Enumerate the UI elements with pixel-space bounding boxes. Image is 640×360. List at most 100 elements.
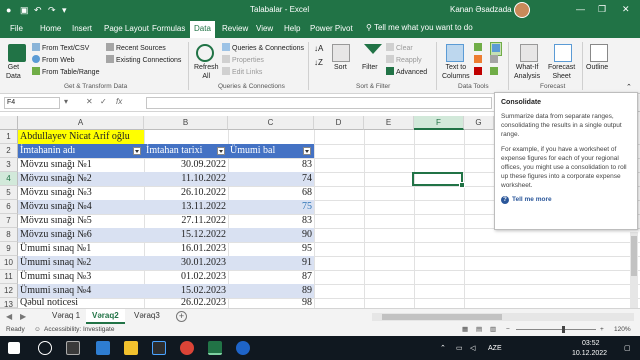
exam-date-cell[interactable]: 26.02.2023	[144, 298, 228, 308]
column-header-g[interactable]: G	[464, 116, 494, 130]
table-header-cell[interactable]: İmtahan tarixi	[144, 144, 228, 158]
prev-sheet-icon[interactable]: ◀	[6, 312, 12, 321]
exam-date-cell[interactable]: 27.11.2022	[144, 214, 228, 228]
flash-fill-icon[interactable]	[474, 43, 484, 53]
get-data-button[interactable]: Get Data	[6, 63, 21, 81]
tab-home[interactable]: Home	[40, 23, 61, 35]
row-header[interactable]: 13	[0, 298, 18, 309]
filter-dropdown-icon[interactable]	[133, 147, 141, 155]
row-header[interactable]: 3	[0, 158, 18, 172]
filter-dropdown-icon[interactable]	[217, 147, 225, 155]
exam-date-cell[interactable]: 30.09.2022	[144, 158, 228, 172]
score-cell[interactable]: 74	[228, 172, 314, 186]
recent-sources-button[interactable]: Recent Sources	[106, 43, 166, 53]
edit-links-button[interactable]: Edit Links	[222, 67, 262, 77]
score-cell[interactable]: 89	[228, 284, 314, 298]
zoom-in-icon[interactable]: +	[600, 324, 604, 336]
normal-view-icon[interactable]: ▦	[462, 324, 468, 336]
network-icon[interactable]: ▭	[456, 344, 463, 353]
row-header[interactable]: 2	[0, 144, 18, 158]
row-header[interactable]: 10	[0, 256, 18, 270]
zoom-out-icon[interactable]: −	[506, 324, 510, 336]
exam-name-cell[interactable]: Mövzu sınağı №2	[18, 172, 144, 186]
queries-connections-button[interactable]: Queries & Connections	[222, 43, 304, 53]
insert-function-icon[interactable]: fx	[116, 97, 122, 106]
tab-formulas[interactable]: Formulas	[152, 23, 185, 35]
zoom-level[interactable]: 120%	[614, 324, 631, 336]
score-cell[interactable]: 83	[228, 158, 314, 172]
sheet-tab-3[interactable]: Vəraq3	[128, 309, 166, 324]
row-header[interactable]: 5	[0, 186, 18, 200]
row-header[interactable]: 4	[0, 172, 18, 186]
column-header-a[interactable]: A	[18, 116, 144, 130]
column-header-b[interactable]: B	[144, 116, 228, 130]
score-cell[interactable]: 90	[228, 228, 314, 242]
from-text-button[interactable]: From Text/CSV	[32, 43, 89, 53]
keyboard-language[interactable]: AZE	[488, 344, 502, 353]
formula-input[interactable]	[146, 97, 492, 109]
what-if-analysis-button[interactable]: What-If Analysis	[514, 63, 540, 81]
exam-date-cell[interactable]: 01.02.2023	[144, 270, 228, 284]
next-sheet-icon[interactable]: ▶	[20, 312, 26, 321]
data-model-icon[interactable]	[490, 67, 500, 77]
restore-button[interactable]: ❐	[598, 3, 606, 15]
excel-taskbar-icon[interactable]	[208, 341, 222, 355]
page-break-view-icon[interactable]: ▥	[490, 324, 496, 336]
remove-duplicates-icon[interactable]	[474, 55, 484, 65]
properties-button[interactable]: Properties	[222, 55, 264, 65]
text-to-columns-button[interactable]: Text to Columns	[442, 63, 470, 81]
page-layout-view-icon[interactable]: ▤	[476, 324, 482, 336]
exam-name-cell[interactable]: Ümumi sınaq №2	[18, 256, 144, 270]
tray-chevron-icon[interactable]: ⌃	[440, 344, 446, 353]
sheet-title-cell[interactable]: Abdullayev Nicat Arif oğlu	[18, 130, 144, 144]
save-icon[interactable]: ▣	[20, 4, 29, 16]
row-header[interactable]: 8	[0, 228, 18, 242]
sheet-tab-1[interactable]: Vəraq 1	[46, 309, 86, 324]
exam-date-cell[interactable]: 30.01.2023	[144, 256, 228, 270]
tab-file[interactable]: File	[10, 23, 23, 35]
undo-icon[interactable]: ↶	[34, 4, 42, 16]
name-box[interactable]: F4	[4, 97, 60, 109]
outline-button[interactable]: Outline	[586, 63, 608, 72]
active-cell-selection[interactable]	[412, 172, 465, 188]
exam-name-cell[interactable]: Mövzu sınağı №5	[18, 214, 144, 228]
row-header[interactable]: 11	[0, 270, 18, 284]
windows-start-icon[interactable]	[8, 342, 20, 354]
zoom-slider[interactable]	[516, 326, 596, 333]
score-cell[interactable]: 95	[228, 242, 314, 256]
autosave-icon[interactable]: ●	[6, 4, 11, 16]
exam-date-cell[interactable]: 11.10.2022	[144, 172, 228, 186]
exam-name-cell[interactable]: Mövzu sınağı №6	[18, 228, 144, 242]
sort-za-icon[interactable]: ↓Z	[314, 58, 323, 67]
close-button[interactable]: ✕	[622, 3, 630, 15]
zoom-app-icon[interactable]	[236, 341, 250, 355]
tab-review[interactable]: Review	[222, 23, 248, 35]
existing-connections-button[interactable]: Existing Connections	[106, 55, 181, 65]
from-web-button[interactable]: From Web	[32, 55, 75, 65]
exam-name-cell[interactable]: Mövzu sınağı №4	[18, 200, 144, 214]
chrome-icon[interactable]	[180, 341, 194, 355]
forecast-sheet-button[interactable]: Forecast Sheet	[548, 63, 575, 81]
tab-power-pivot[interactable]: Power Pivot	[310, 23, 353, 35]
clock-date[interactable]: 10.12.2022	[572, 349, 607, 358]
exam-name-cell[interactable]: Mövzu sınağı №1	[18, 158, 144, 172]
score-cell[interactable]: 91	[228, 256, 314, 270]
row-header[interactable]: 9	[0, 242, 18, 256]
exam-name-cell[interactable]: Ümumi sınaq №4	[18, 284, 144, 298]
exam-name-cell[interactable]: Mövzu sınağı №3	[18, 186, 144, 200]
tell-me-search[interactable]: ⚲ Tell me what you want to do	[366, 23, 473, 32]
volume-icon[interactable]: ◁	[470, 344, 475, 353]
exam-date-cell[interactable]: 16.01.2023	[144, 242, 228, 256]
tab-insert[interactable]: Insert	[72, 23, 92, 35]
zoom-slider-thumb[interactable]	[562, 326, 565, 333]
accessibility-status[interactable]: Accessibility: Investigate	[44, 324, 114, 336]
row-header[interactable]: 7	[0, 214, 18, 228]
horizontal-scrollbar[interactable]	[372, 313, 634, 321]
name-box-dropdown-icon[interactable]: ▾	[64, 97, 68, 106]
score-cell[interactable]: 98	[228, 298, 314, 308]
edge-icon[interactable]	[96, 341, 110, 355]
row-header[interactable]: 12	[0, 284, 18, 298]
tab-help[interactable]: Help	[284, 23, 300, 35]
data-validation-icon[interactable]	[474, 67, 484, 77]
tab-view[interactable]: View	[256, 23, 273, 35]
